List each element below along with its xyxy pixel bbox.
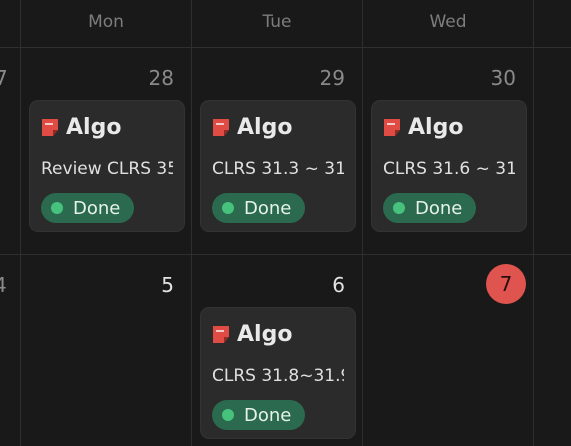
status-badge[interactable]: Done [212, 193, 306, 223]
date-number[interactable]: 5 [114, 273, 174, 297]
weekday-tue: Tue [262, 12, 292, 32]
card-title: Algo [237, 115, 293, 140]
today-date-badge[interactable]: 7 [486, 264, 526, 304]
card-description: CLRS 31.6 ~ 31.7 [383, 159, 515, 179]
card-title: Algo [408, 115, 464, 140]
page-icon [213, 326, 229, 343]
page-icon [213, 119, 229, 136]
status-label: Done [415, 197, 463, 219]
status-dot-icon [393, 202, 405, 214]
event-card[interactable]: Algo CLRS 31.3 ~ 31.5 Done [201, 101, 355, 231]
status-label: Done [244, 404, 292, 426]
weekday-mon: Mon [88, 12, 124, 32]
status-badge[interactable]: Done [383, 193, 477, 223]
grid-line [20, 0, 21, 446]
status-dot-icon [51, 202, 63, 214]
card-header: Algo [213, 115, 292, 140]
date-number: 4 [0, 273, 7, 297]
weekday-wed: Wed [429, 12, 467, 32]
date-number[interactable]: 29 [285, 66, 345, 90]
card-header: Algo [213, 322, 292, 347]
week-divider [0, 254, 571, 255]
status-badge[interactable]: Done [212, 400, 306, 430]
page-icon [384, 119, 400, 136]
status-badge[interactable]: Done [41, 193, 135, 223]
card-header: Algo [384, 115, 463, 140]
date-number[interactable]: 6 [285, 273, 345, 297]
event-card[interactable]: Algo Review CLRS 35 Done [30, 101, 184, 231]
card-header: Algo [42, 115, 121, 140]
grid-line [362, 0, 363, 446]
date-number[interactable]: 28 [114, 66, 174, 90]
grid-line [533, 0, 534, 446]
status-dot-icon [222, 409, 234, 421]
card-description: Review CLRS 35 [41, 159, 173, 179]
event-card[interactable]: Algo CLRS 31.8~31.9 Done [201, 308, 355, 438]
date-number: 7 [0, 66, 8, 90]
card-title: Algo [66, 115, 122, 140]
grid-line [191, 0, 192, 446]
status-label: Done [244, 197, 292, 219]
status-dot-icon [222, 202, 234, 214]
card-description: CLRS 31.3 ~ 31.5 [212, 159, 344, 179]
event-card[interactable]: Algo CLRS 31.6 ~ 31.7 Done [372, 101, 526, 231]
page-icon [42, 119, 58, 136]
status-label: Done [73, 197, 121, 219]
card-title: Algo [237, 322, 293, 347]
card-description: CLRS 31.8~31.9 [212, 366, 344, 386]
weekday-header: Mon Tue Wed [0, 0, 571, 48]
date-number[interactable]: 30 [456, 66, 516, 90]
